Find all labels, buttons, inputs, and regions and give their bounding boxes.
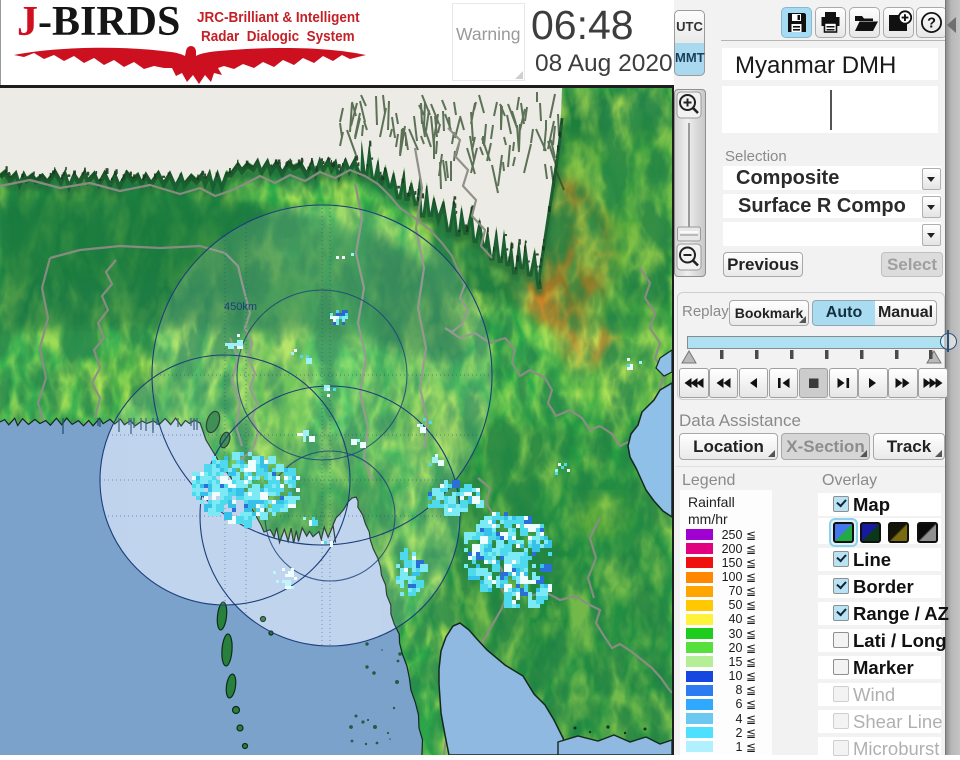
svg-text:?: ? (927, 16, 936, 32)
svg-text:450km: 450km (224, 301, 257, 313)
